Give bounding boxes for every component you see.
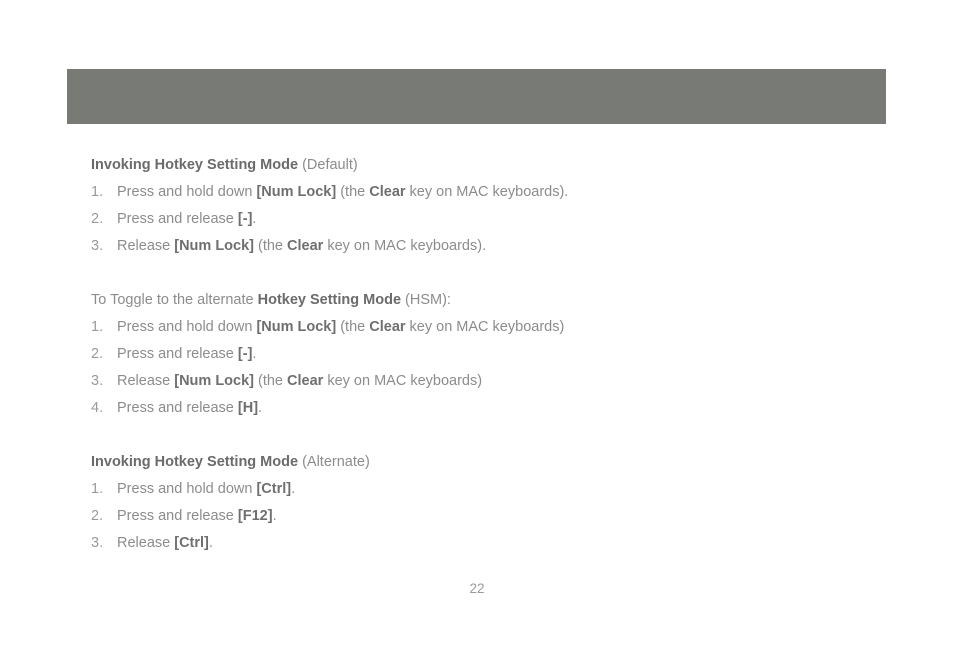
step-text-fragment: key on MAC keyboards). [323, 238, 487, 254]
step-number: 1. [91, 481, 104, 497]
step-key-token: Clear [287, 238, 324, 254]
section-heading: Invoking Hotkey Setting Mode (Default) [91, 152, 871, 179]
step-number: 4. [91, 400, 104, 416]
step-text-fragment: key on MAC keyboards). [405, 184, 569, 200]
step-text-fragment: Press and hold down [117, 184, 257, 200]
step-text: Press and release [-]. [117, 206, 256, 233]
step-text: Release [Num Lock] (the Clear key on MAC… [117, 233, 486, 260]
page-number: 22 [469, 581, 485, 596]
step-item: 1. Press and hold down [Num Lock] (the Cl… [91, 179, 871, 206]
step-key-token: Clear [287, 373, 324, 389]
step-text-fragment: . [272, 508, 277, 524]
page-content: Invoking Hotkey Setting Mode (Default) 1.… [91, 152, 871, 557]
step-item: 1. Press and hold down [Ctrl]. [91, 476, 871, 503]
step-key-token: [Num Lock] [174, 238, 254, 254]
instruction-section: Invoking Hotkey Setting Mode (Default) 1.… [91, 152, 871, 260]
step-key-token: Clear [369, 319, 406, 335]
step-text: Press and hold down [Ctrl]. [117, 476, 295, 503]
step-key-token: [F12] [237, 508, 273, 524]
step-number: 2. [91, 508, 104, 524]
step-list: 1. Press and hold down [Num Lock] (the Cl… [91, 179, 871, 260]
step-item: 2. Press and release [F12]. [91, 503, 871, 530]
step-text-fragment: Press and release [117, 211, 238, 227]
step-key-token: [Ctrl] [256, 481, 292, 497]
step-text: Press and release [H]. [117, 395, 262, 422]
section-heading-qualifier: (HSM): [401, 292, 451, 308]
step-text: Press and release [F12]. [117, 503, 277, 530]
step-key-token: [-] [237, 211, 253, 227]
step-item: 3. Release [Ctrl]. [91, 530, 871, 557]
instruction-section: To Toggle to the alternate Hotkey Settin… [91, 287, 871, 422]
step-list: 1. Press and hold down [Num Lock] (the Cl… [91, 314, 871, 422]
step-text-fragment: Press and release [117, 346, 238, 362]
step-text-fragment: . [252, 211, 257, 227]
manual-page: Invoking Hotkey Setting Mode (Default) 1.… [0, 0, 954, 665]
step-text-fragment: Release [117, 238, 175, 254]
step-text-fragment: key on MAC keyboards) [323, 373, 483, 389]
step-list: 1. Press and hold down [Ctrl]. 2. Press and… [91, 476, 871, 557]
section-heading: Invoking Hotkey Setting Mode (Alternate) [91, 449, 871, 476]
step-key-token: [-] [237, 346, 253, 362]
instruction-section: Invoking Hotkey Setting Mode (Alternate)… [91, 449, 871, 557]
step-text-fragment: . [208, 535, 213, 551]
step-text-fragment: Release [117, 535, 175, 551]
step-number: 1. [91, 184, 104, 200]
step-key-token: [Num Lock] [256, 184, 337, 200]
step-text-fragment: . [258, 400, 263, 416]
step-text: Press and hold down [Num Lock] (the Clea… [117, 314, 564, 341]
section-heading-title: Invoking Hotkey Setting Mode [91, 454, 299, 470]
step-text-fragment: (the [336, 319, 370, 335]
step-number: 2. [91, 211, 104, 227]
step-number: 3. [91, 373, 104, 389]
step-item: 1. Press and hold down [Num Lock] (the Cl… [91, 314, 871, 341]
step-item: 2. Press and release [-]. [91, 341, 871, 368]
section-heading: To Toggle to the alternate Hotkey Settin… [91, 287, 871, 314]
step-number: 2. [91, 346, 104, 362]
step-text-fragment: (the [253, 373, 288, 389]
step-text-fragment: Press and hold down [117, 481, 257, 497]
step-number: 3. [91, 535, 104, 551]
step-text-fragment: key on MAC keyboards) [405, 319, 565, 335]
step-key-token: Clear [369, 184, 406, 200]
step-item: 3. Release [Num Lock] (the Clear key on M… [91, 368, 871, 395]
step-text-fragment: . [291, 481, 296, 497]
step-text-fragment: (the [336, 184, 370, 200]
section-heading-title: Hotkey Setting Mode [257, 292, 402, 308]
section-heading-qualifier: (Alternate) [298, 454, 370, 470]
step-text: Press and hold down [Num Lock] (the Clea… [117, 179, 568, 206]
step-key-token: [Ctrl] [174, 535, 209, 551]
step-item: 2. Press and release [-]. [91, 206, 871, 233]
step-text: Release [Ctrl]. [117, 530, 213, 557]
step-text: Press and release [-]. [117, 341, 256, 368]
step-key-token: [Num Lock] [256, 319, 337, 335]
step-key-token: [H] [237, 400, 259, 416]
section-heading-title: Invoking Hotkey Setting Mode [91, 157, 299, 173]
step-text-fragment: Release [117, 373, 175, 389]
step-number: 3. [91, 238, 104, 254]
step-number: 1. [91, 319, 104, 335]
step-text-fragment: Press and release [117, 508, 238, 524]
step-text-fragment: Press and hold down [117, 319, 257, 335]
step-text: Release [Num Lock] (the Clear key on MAC… [117, 368, 482, 395]
step-text-fragment: . [252, 346, 257, 362]
page-header-bar [67, 69, 886, 124]
step-text-fragment: (the [253, 238, 288, 254]
section-heading-qualifier: (Default) [298, 157, 358, 173]
step-text-fragment: Press and release [117, 400, 238, 416]
step-item: 4. Press and release [H]. [91, 395, 871, 422]
step-item: 3. Release [Num Lock] (the Clear key on M… [91, 233, 871, 260]
step-key-token: [Num Lock] [174, 373, 254, 389]
section-heading-lead: To Toggle to the alternate [91, 292, 258, 308]
